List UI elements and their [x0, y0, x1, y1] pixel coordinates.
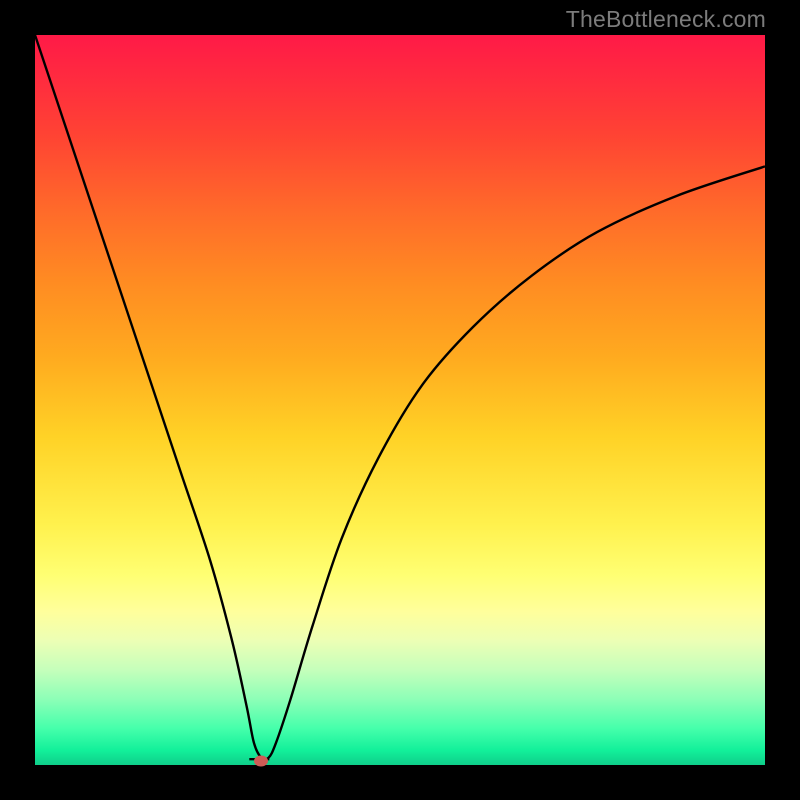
curve-path [35, 35, 765, 760]
watermark-text: TheBottleneck.com [566, 6, 766, 33]
bottleneck-curve [35, 35, 765, 765]
plot-area [35, 35, 765, 765]
chart-frame: TheBottleneck.com [0, 0, 800, 800]
optimal-point-marker [254, 756, 268, 767]
